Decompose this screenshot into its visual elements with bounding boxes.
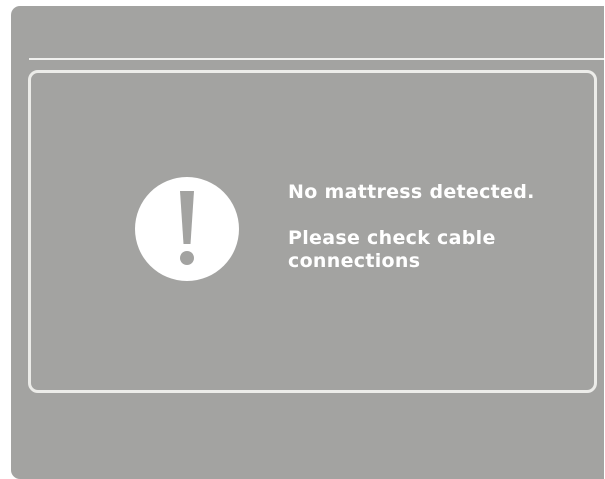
- exclamation-alert-icon: [135, 177, 239, 281]
- header-divider: [29, 58, 604, 60]
- alert-instruction: Please check cable connections: [288, 227, 496, 272]
- alert-message: No mattress detected. Please check cable…: [288, 181, 588, 273]
- alert-dialog: No mattress detected. Please check cable…: [28, 70, 597, 393]
- screen-panel: No mattress detected. Please check cable…: [11, 6, 604, 479]
- alert-title: No mattress detected.: [288, 181, 535, 203]
